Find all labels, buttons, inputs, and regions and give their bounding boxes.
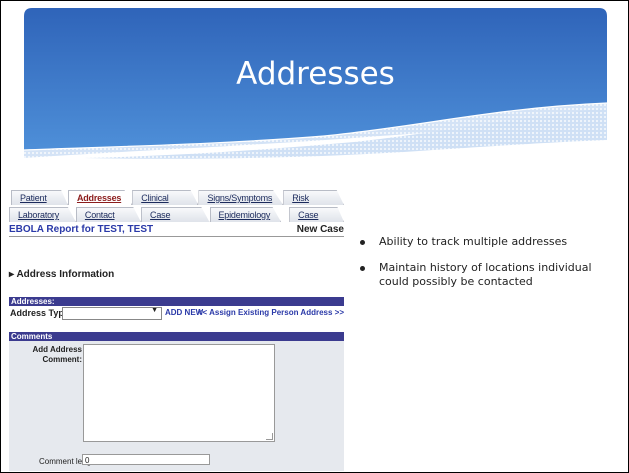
comment-label-line2: Comment: [42,355,82,364]
tab-patient-info[interactable]: Patient Info [11,190,68,205]
tab-laboratory-eval[interactable]: Laboratory Eval. [9,207,76,222]
bullet-list: Ability to track multiple addresses Main… [357,235,617,301]
report-patient: TEST, TEST [97,224,154,235]
tab-clinical-status[interactable]: Clinical Status [132,190,199,205]
tab-epidemiology[interactable]: Epidemiology [209,207,282,222]
assign-existing-address-link[interactable]: << Assign Existing Person Address >> [198,308,344,317]
address-type-select[interactable]: ▼ [62,307,162,320]
comments-panel: Add Address Comment: Comment length: 0 [9,341,344,471]
bullet-item: Ability to track multiple addresses [357,235,617,249]
comment-label: Add Address Comment: [29,345,83,365]
case-status: New Case [296,224,344,235]
bullet-dot-icon [360,240,365,245]
form-screenshot: Patient Info Addresses Clinical Status S… [9,185,344,471]
resize-grip-icon[interactable] [266,433,273,440]
tab-contact-tracing[interactable]: Contact Tracing [75,207,142,222]
tab-risk-factors[interactable]: Risk Factors [283,190,344,205]
tab-row-2: Laboratory Eval. Contact Tracing Case Co… [9,207,344,222]
bullet-text: Maintain history of locations individual… [379,261,592,288]
title-banner: Addresses [24,8,607,178]
slide-title: Addresses [236,56,395,92]
comments-bar: Comments [9,332,344,341]
tab-case-comments[interactable]: Case Comments [141,207,210,222]
comment-length-field: 0 [82,454,210,465]
addresses-bar: Addresses: [9,297,344,306]
address-comment-textarea[interactable] [83,344,275,442]
address-type-row: Address Type: ▼ ADD NEW << Assign Existi… [9,306,344,320]
comment-label-line1: Add Address [32,345,83,354]
section-header-label: Address Information [16,269,115,280]
tab-signs-symptoms[interactable]: Signs/Symptoms [198,190,284,205]
bullet-dot-icon [360,266,365,271]
dropdown-arrow-icon: ▼ [151,307,158,314]
tab-case-class[interactable]: Case Class. [289,207,344,222]
tab-row-1: Patient Info Addresses Clinical Status S… [9,190,344,205]
bullet-text: Ability to track multiple addresses [379,235,568,248]
report-line: EBOLA Report for TEST, TEST New Case [9,224,344,237]
section-header[interactable]: ▸ Address Information [9,269,114,280]
slide: Addresses Patient Info Addresses Clinica… [1,1,628,472]
report-prefix: EBOLA Report for [9,224,95,235]
bullet-item: Maintain history of locations individual… [357,261,617,289]
tab-addresses[interactable]: Addresses [67,190,133,205]
triangle-right-icon: ▸ [9,269,15,280]
wave-banner [24,8,607,159]
